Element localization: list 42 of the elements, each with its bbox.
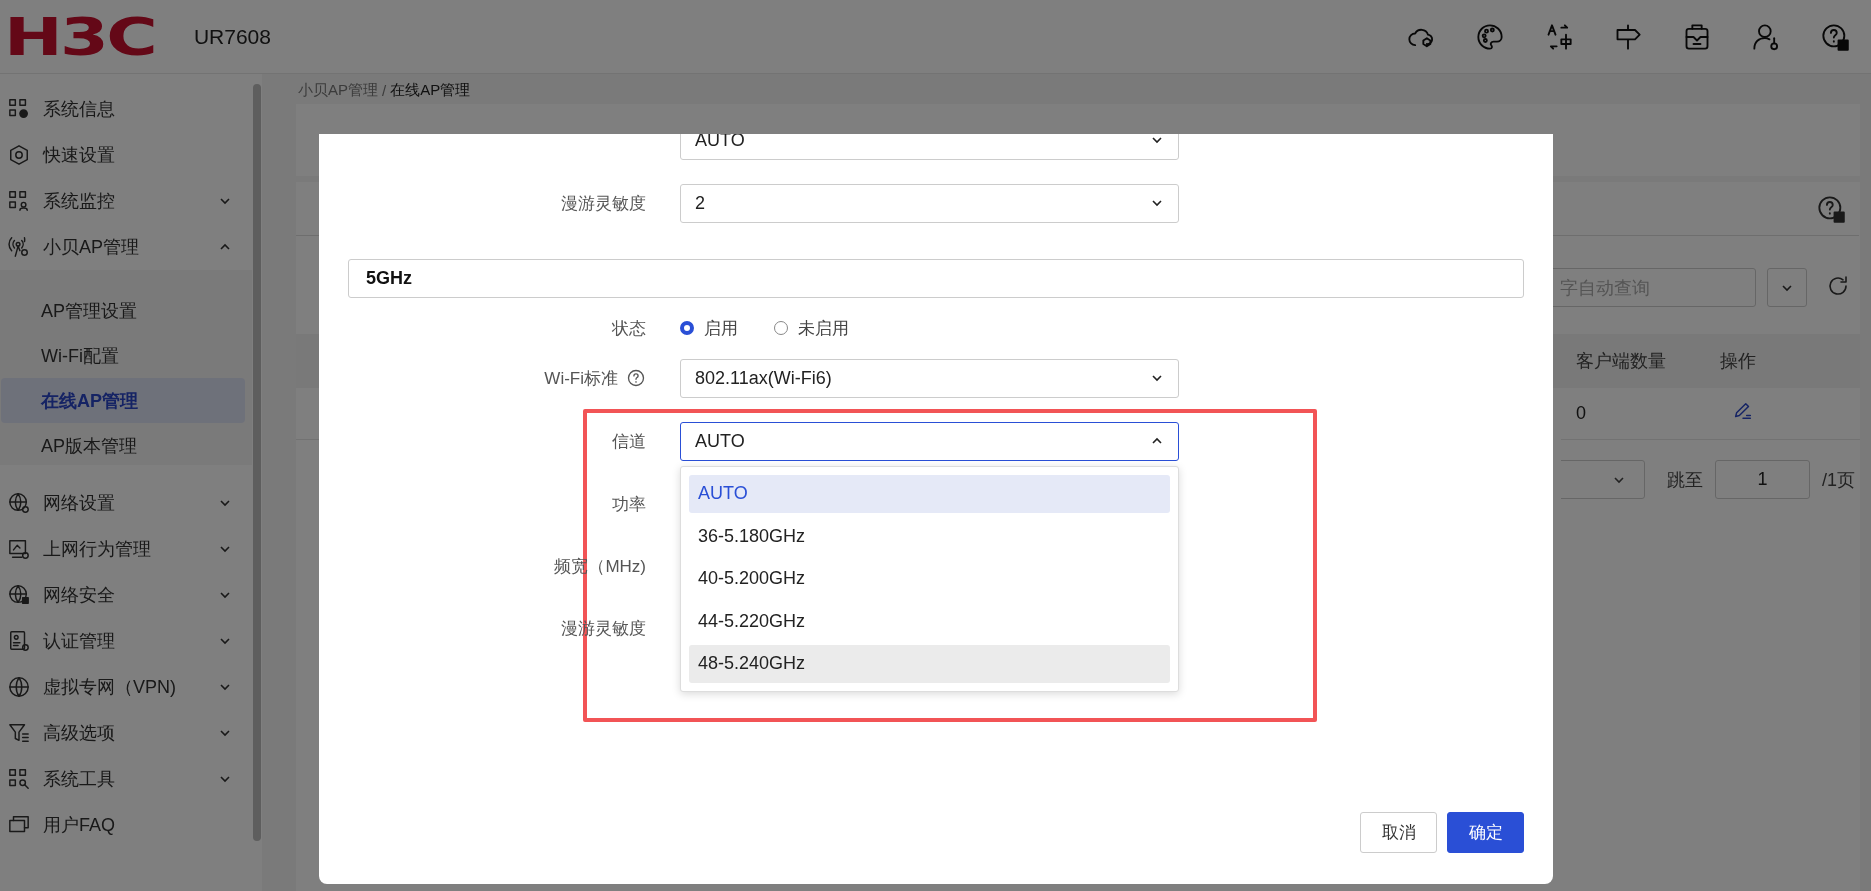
select-field[interactable]: AUTO — [680, 421, 1179, 461]
breadcrumb-item: 在线AP管理 — [390, 81, 471, 100]
sidebar-item[interactable]: 网络安全 — [0, 572, 248, 618]
dropdown-option[interactable]: 48-5.240GHz — [689, 644, 1170, 683]
breadcrumb-separator: / — [382, 82, 387, 99]
page-input[interactable]: 1 — [1715, 460, 1810, 499]
column-header: 操作 — [1720, 350, 1757, 373]
column-header: 客户端数量 — [1576, 350, 1667, 373]
logo: H3C — [4, 6, 156, 67]
sidebar-item[interactable]: 虚拟专网（VPN) — [0, 664, 248, 710]
breadcrumb-item[interactable]: 小贝AP管理 — [298, 81, 378, 100]
device-model: UR7608 — [193, 24, 271, 49]
field-label: Wi-Fi标准 — [544, 367, 618, 390]
cancel-button[interactable]: 取消 — [1360, 812, 1437, 853]
radio-label: 未启用 — [798, 317, 849, 340]
jump-label: 跳至 — [1667, 468, 1703, 492]
section-header: 5GHz — [348, 259, 1524, 298]
sidebar-subitem[interactable]: Wi-Fi配置 — [1, 333, 245, 378]
sidebar-item[interactable]: 上网行为管理 — [0, 526, 248, 572]
radio-label: 启用 — [704, 317, 738, 340]
sidebar-item[interactable]: 高级选项 — [0, 710, 248, 756]
select-field[interactable]: 2 — [680, 183, 1179, 223]
sidebar-subitem[interactable]: AP管理设置 — [1, 288, 245, 333]
field-label: 漫游灵敏度 — [561, 192, 646, 215]
sidebar-item[interactable]: 网络设置 — [0, 480, 248, 526]
sidebar-item[interactable]: 系统监控 — [0, 178, 248, 224]
field-label: 状态 — [612, 317, 646, 340]
sidebar-item[interactable]: 认证管理 — [0, 618, 248, 664]
sidebar-subitem[interactable]: AP版本管理 — [1, 423, 245, 468]
field-label: 信道 — [612, 430, 646, 453]
confirm-button[interactable]: 确定 — [1447, 812, 1524, 853]
sidebar-item[interactable]: 系统信息 — [0, 86, 248, 132]
sidebar-item[interactable]: 快速设置 — [0, 132, 248, 178]
sidebar-item[interactable]: 系统工具 — [0, 756, 248, 802]
select-field[interactable]: 802.11ax(Wi-Fi6) — [680, 358, 1179, 398]
field-label: 功率 — [612, 493, 646, 516]
table-cell-text: 0 — [1576, 403, 1587, 424]
page-total: /1页 — [1822, 468, 1855, 492]
sidebar-item[interactable]: 小贝AP管理 — [0, 224, 248, 270]
sidebar-item[interactable]: 用户FAQ — [0, 802, 248, 848]
dropdown-option[interactable]: AUTO — [689, 474, 1170, 513]
sidebar-subitem[interactable]: 在线AP管理 — [1, 378, 245, 423]
